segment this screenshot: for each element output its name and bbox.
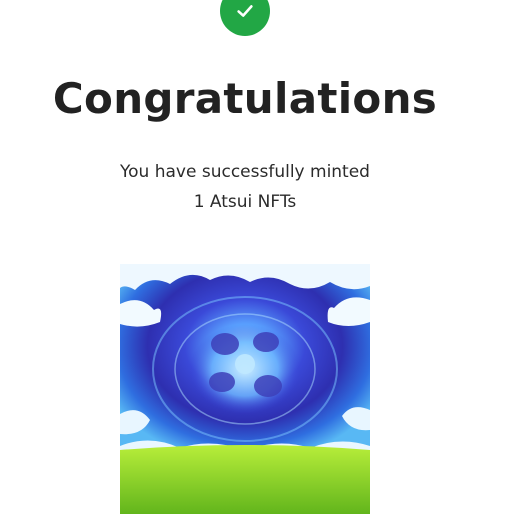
nft-artwork	[120, 264, 370, 514]
page-title: Congratulations	[52, 74, 438, 123]
message-line-1: You have successfully minted	[120, 162, 370, 182]
mint-success-page: Congratulations You have successfully mi…	[0, 0, 520, 522]
success-badge	[220, 0, 270, 36]
message-line-2: 1 Atsui NFTs	[193, 192, 297, 212]
check-icon	[234, 0, 256, 22]
nft-image	[120, 264, 370, 514]
success-message: You have successfully minted 1 Atsui NFT…	[0, 157, 490, 217]
